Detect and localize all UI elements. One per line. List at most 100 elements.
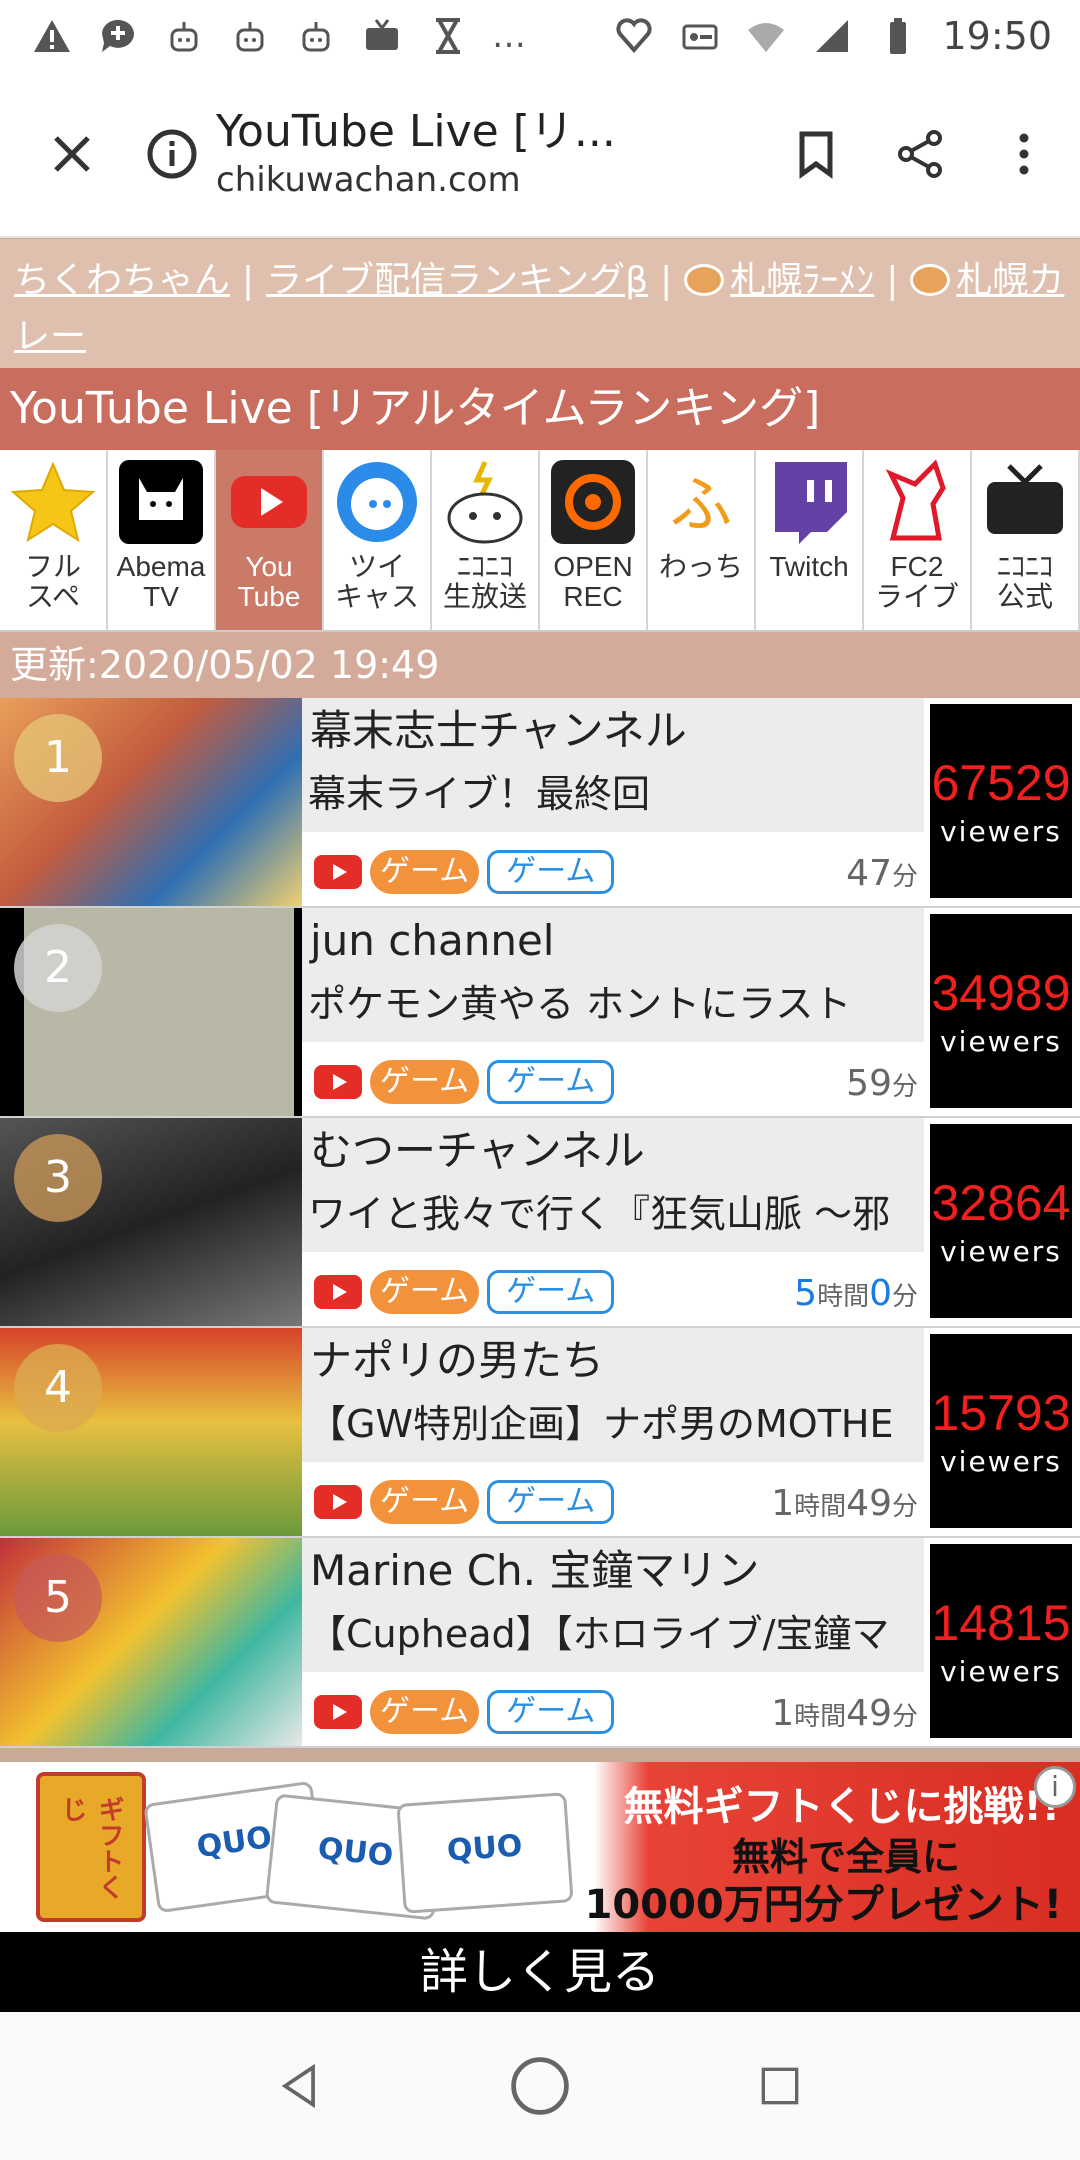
more-vert-icon[interactable] xyxy=(992,122,1056,186)
tab-label: OPEN REC xyxy=(553,551,633,612)
tab-fc2-live[interactable]: FC2 ライブ xyxy=(864,450,972,630)
browser-toolbar: YouTube Live [リ... chikuwachan.com xyxy=(0,72,1080,238)
nav-separator: | xyxy=(660,260,673,301)
list-item[interactable]: 5 Marine Ch. 宝鐘マリン 【Cuphead】【ホロライブ/宝鐘マ ゲ… xyxy=(0,1538,1080,1748)
stream-duration: 47分 xyxy=(846,853,918,894)
genre-tag-game[interactable]: ゲーム xyxy=(487,1480,615,1524)
youtube-small-icon xyxy=(314,1695,362,1729)
viewer-count-box: 15793 viewers xyxy=(930,1334,1072,1528)
list-item[interactable]: 3 むつーチャンネル ワイと我々で行く『狂気山脈 ～邪 ゲーム ゲーム 5時間0… xyxy=(0,1118,1080,1328)
genre-tag-game[interactable]: ゲーム xyxy=(487,850,615,894)
close-icon[interactable] xyxy=(40,122,104,186)
stream-thumbnail[interactable]: 5 xyxy=(0,1538,302,1746)
youtube-small-icon xyxy=(314,1275,362,1309)
viewer-count-box: 32864 viewers xyxy=(930,1124,1072,1318)
tab-wacchi[interactable]: ふ わっち xyxy=(648,450,756,630)
viewer-count: 14815 xyxy=(931,1594,1071,1651)
nav-separator: | xyxy=(886,260,899,301)
page-url: chikuwachan.com xyxy=(216,160,521,200)
stream-thumbnail[interactable]: 2 xyxy=(0,908,302,1116)
tab-abematv[interactable]: Abema TV xyxy=(108,450,216,630)
home-icon[interactable] xyxy=(500,2046,580,2126)
stream-title: 幕末ライブ！最終回 xyxy=(302,764,924,832)
quo-card-label: QUO xyxy=(445,1828,524,1869)
tab-label: Twitch xyxy=(769,551,849,582)
channel-name: 幕末志士チャンネル xyxy=(302,698,924,764)
viewer-count: 15793 xyxy=(931,1384,1071,1441)
warning-icon xyxy=(30,16,74,56)
stream-title: 【Cuphead】【ホロライブ/宝鐘マ xyxy=(302,1604,924,1672)
ad-info-icon[interactable]: i xyxy=(1034,1766,1076,1808)
channel-name: jun channel xyxy=(302,908,924,974)
viewer-count-box: 67529 viewers xyxy=(930,704,1072,898)
niconico-live-icon xyxy=(439,456,531,548)
list-item[interactable]: 4 ナポリの男たち 【GW特別企画】ナポ男のMOTHE ゲーム ゲーム 1時間4… xyxy=(0,1328,1080,1538)
tab-fullspec[interactable]: フル スペ xyxy=(0,450,108,630)
tab-label: ﾆｺﾆｺ 生放送 xyxy=(442,551,527,612)
tv-icon xyxy=(360,16,404,56)
nav-link-sapporo-ramen[interactable]: 札幌ﾗｰﾒﾝ xyxy=(730,260,874,301)
vpn-key-icon xyxy=(678,16,722,56)
list-item[interactable]: 1 幕末志士チャンネル 幕末ライブ！最終回 ゲーム ゲーム 47分 67529 … xyxy=(0,698,1080,908)
tab-niconico-live[interactable]: ﾆｺﾆｺ 生放送 xyxy=(432,450,540,630)
tab-label: わっち xyxy=(658,551,743,582)
bookmark-icon[interactable] xyxy=(784,122,848,186)
channel-name: Marine Ch. 宝鐘マリン xyxy=(302,1538,924,1604)
share-icon[interactable] xyxy=(888,122,952,186)
ad-image[interactable]: ギフトくじ QUO QUO QUO 無料ギフトくじに挑戦!! 無料で全員に 10… xyxy=(0,1762,1080,1932)
status-icons-right: 19:50 xyxy=(612,14,1052,58)
twitcasting-icon xyxy=(331,456,423,548)
genre-tag-game[interactable]: ゲーム xyxy=(487,1690,615,1734)
genre-tag-game[interactable]: ゲーム xyxy=(487,1270,615,1314)
list-item-partial xyxy=(0,1748,1080,1762)
channel-name: ナポリの男たち xyxy=(302,1328,924,1394)
abema-icon xyxy=(115,456,207,548)
ad-prize-text: 10000万円分プレゼント! xyxy=(584,1882,1062,1928)
rank-badge: 4 xyxy=(14,1344,102,1432)
stream-thumbnail[interactable]: 3 xyxy=(0,1118,302,1326)
tab-niconico-official[interactable]: ﾆｺﾆｺ 公式 xyxy=(972,450,1080,630)
stream-thumbnail[interactable]: 4 xyxy=(0,1328,302,1536)
stream-title: 【GW特別企画】ナポ男のMOTHE xyxy=(302,1394,924,1462)
stream-thumbnail[interactable]: 1 xyxy=(0,698,302,906)
tab-openrec[interactable]: OPEN REC xyxy=(540,450,648,630)
gift-box-image: ギフトくじ xyxy=(36,1772,146,1922)
page-title-block[interactable]: YouTube Live [リ... chikuwachan.com xyxy=(216,106,784,202)
tab-label: ツイ キャス xyxy=(334,551,419,612)
viewers-label: viewers xyxy=(940,1654,1062,1688)
page-heading: YouTube Live [リアルタイムランキング] xyxy=(0,368,1080,450)
info-icon[interactable] xyxy=(146,128,198,180)
niconico-official-icon xyxy=(979,456,1071,548)
quo-card-image: QUO xyxy=(396,1792,574,1914)
viewers-label: viewers xyxy=(940,1024,1062,1058)
nav-link-live-ranking[interactable]: ライブ配信ランキングβ xyxy=(266,260,648,301)
star-icon xyxy=(7,456,99,548)
tab-label: Abema TV xyxy=(116,551,206,612)
site-breadcrumb-nav: ちくわちゃん | ライブ配信ランキングβ | 札幌ﾗｰﾒﾝ | 札幌カレー xyxy=(0,238,1080,368)
stream-duration: 1時間49分 xyxy=(771,1483,918,1524)
viewer-count: 34989 xyxy=(931,964,1071,1021)
list-item[interactable]: 2 jun channel ポケモン黄やる ホントにラスト ゲーム ゲーム 59… xyxy=(0,908,1080,1118)
hourglass-icon xyxy=(426,16,470,56)
game-icon-2 xyxy=(228,16,272,56)
tab-youtube[interactable]: You Tube xyxy=(216,450,324,630)
tab-twitcasting[interactable]: ツイ キャス xyxy=(324,450,432,630)
viewer-count-box: 14815 viewers xyxy=(930,1544,1072,1738)
nav-link-chikuwachan[interactable]: ちくわちゃん xyxy=(14,260,230,301)
curry-icon xyxy=(910,264,951,296)
recents-icon[interactable] xyxy=(740,2046,820,2126)
ad-banner[interactable]: ギフトくじ QUO QUO QUO 無料ギフトくじに挑戦!! 無料で全員に 10… xyxy=(0,1762,1080,2012)
stream-duration: 5時間0分 xyxy=(794,1273,918,1314)
system-navigation-bar xyxy=(0,2012,1080,2160)
category-tag-game: ゲーム xyxy=(370,1690,480,1734)
tab-label: You Tube xyxy=(237,551,301,612)
viewers-label: viewers xyxy=(940,814,1062,848)
ad-cta-button[interactable]: 詳しく見る xyxy=(0,1932,1080,2012)
viewer-count: 67529 xyxy=(931,754,1071,811)
ad-headline: 無料ギフトくじに挑戦!! xyxy=(623,1784,1060,1830)
tab-twitch[interactable]: Twitch xyxy=(756,450,864,630)
game-icon xyxy=(162,16,206,56)
updated-timestamp: 更新:2020/05/02 19:49 xyxy=(0,632,1080,698)
back-icon[interactable] xyxy=(260,2046,340,2126)
genre-tag-game[interactable]: ゲーム xyxy=(487,1060,615,1104)
